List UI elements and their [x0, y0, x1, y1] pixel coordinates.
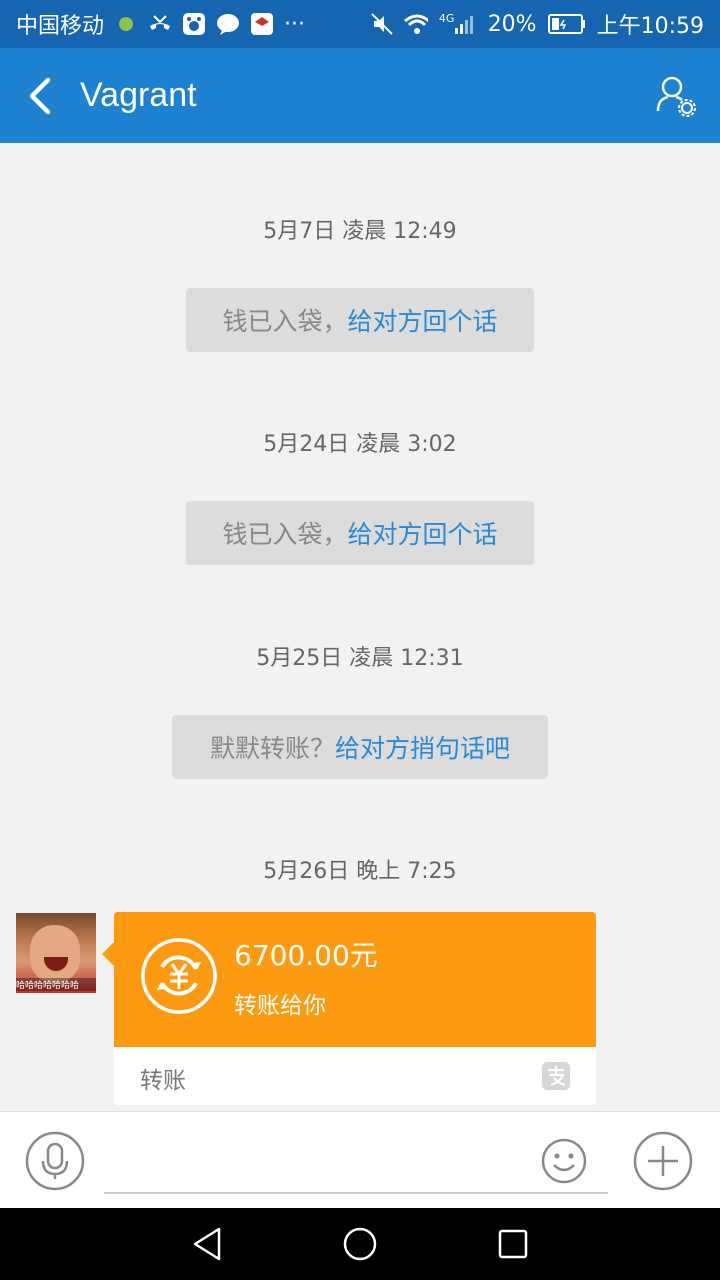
chat-title: Vagrant: [80, 76, 197, 114]
system-message: 钱已入袋， 给对方回个话: [186, 288, 534, 352]
signal-dot-icon: [114, 12, 138, 36]
nav-recents-button[interactable]: [483, 1214, 543, 1274]
transfer-card[interactable]: 6700.00元 转账给你 转账: [102, 912, 596, 1105]
plus-circle-icon: [633, 1131, 693, 1191]
chat-history[interactable]: 5月7日 凌晨 12:49 钱已入袋， 给对方回个话 5月24日 凌晨 3:02 …: [0, 143, 720, 1111]
avatar-caption: 哈哈哈哈哈哈哈: [16, 978, 96, 991]
nav-back-button[interactable]: [177, 1214, 237, 1274]
system-message: 默默转账？ 给对方捎句话吧: [172, 715, 548, 779]
voice-button[interactable]: [25, 1131, 85, 1191]
message-timestamp: 5月24日 凌晨 3:02: [263, 432, 457, 457]
message-timestamp: 5月7日 凌晨 12:49: [263, 219, 457, 244]
battery-icon: [547, 12, 587, 36]
back-triangle-icon: [193, 1227, 220, 1261]
system-nav-bar: [0, 1208, 720, 1280]
more-actions-button[interactable]: [633, 1131, 693, 1191]
transfer-description: 转账给你: [234, 993, 326, 1019]
chat-bubble-icon: [216, 12, 240, 36]
home-circle-icon: [343, 1227, 377, 1261]
user-settings-icon: [656, 76, 696, 117]
app-notification-icon: [250, 12, 274, 36]
nav-home-button[interactable]: [330, 1214, 390, 1274]
chat-settings-button[interactable]: [630, 48, 720, 143]
clock: 上午10:59: [596, 14, 704, 39]
reply-link[interactable]: 给对方捎句话吧: [335, 729, 510, 765]
missed-call-icon: [148, 12, 172, 36]
more-dots-icon: ···: [284, 11, 305, 37]
network-label: 4G: [438, 12, 455, 25]
emoji-button[interactable]: [540, 1137, 588, 1185]
carrier-label: 中国移动: [16, 14, 105, 39]
message-timestamp: 5月26日 晚上 7:25: [263, 859, 457, 884]
smiley-icon: [541, 1138, 587, 1184]
system-message-text: 钱已入袋，: [222, 520, 348, 549]
transfer-amount: 6700.00元: [234, 939, 378, 972]
reply-link[interactable]: 给对方回个话: [348, 515, 498, 551]
baidu-icon: [182, 12, 206, 36]
input-bar: [0, 1111, 720, 1208]
transfer-label: 转账: [140, 1068, 186, 1094]
chevron-left-icon: [29, 77, 51, 114]
wifi-icon: [403, 12, 428, 36]
microphone-icon: [25, 1131, 85, 1191]
currency-transfer-icon: [141, 938, 217, 1014]
cell-signal-icon: 4G: [438, 12, 478, 36]
reply-link[interactable]: 给对方回个话: [348, 302, 498, 338]
message-timestamp: 5月25日 凌晨 12:31: [256, 646, 464, 671]
status-bar: 中国移动 ··· 4G 20% 上午10:59: [0, 0, 720, 48]
message-input[interactable]: [104, 1132, 608, 1194]
recents-square-icon: [499, 1229, 528, 1259]
back-button[interactable]: [0, 48, 80, 143]
system-message-text: 默默转账？: [209, 734, 335, 763]
system-message: 钱已入袋， 给对方回个话: [186, 501, 534, 565]
app-bar: Vagrant: [0, 48, 720, 143]
mute-icon: [370, 12, 394, 36]
alipay-icon: [542, 1062, 570, 1090]
transfer-card-header: 6700.00元 转账给你: [102, 912, 596, 1047]
battery-percent: 20%: [487, 11, 537, 37]
avatar[interactable]: 哈哈哈哈哈哈哈: [16, 913, 96, 993]
system-message-text: 钱已入袋，: [222, 307, 348, 336]
